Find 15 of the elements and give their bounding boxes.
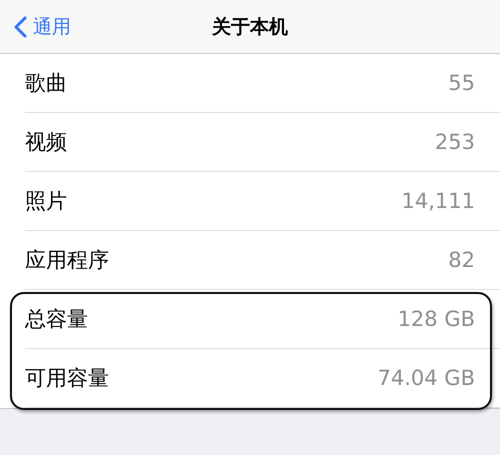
back-button[interactable]: 通用 [0,6,71,46]
row-label: 照片 [25,188,67,215]
row-label: 总容量 [25,306,88,333]
row-value: 74.04 GB [378,366,475,390]
page-title: 关于本机 [212,16,288,38]
row-value: 82 [448,248,475,272]
row-label: 可用容量 [25,365,109,392]
row-value: 55 [448,71,475,95]
row-label: 应用程序 [25,247,109,274]
row-label: 歌曲 [25,70,67,97]
row-label: 视频 [25,129,67,156]
back-chevron-icon [14,16,27,38]
row-value: 128 GB [398,307,475,331]
row-value: 253 [434,130,475,154]
row-value: 14,111 [402,189,475,213]
